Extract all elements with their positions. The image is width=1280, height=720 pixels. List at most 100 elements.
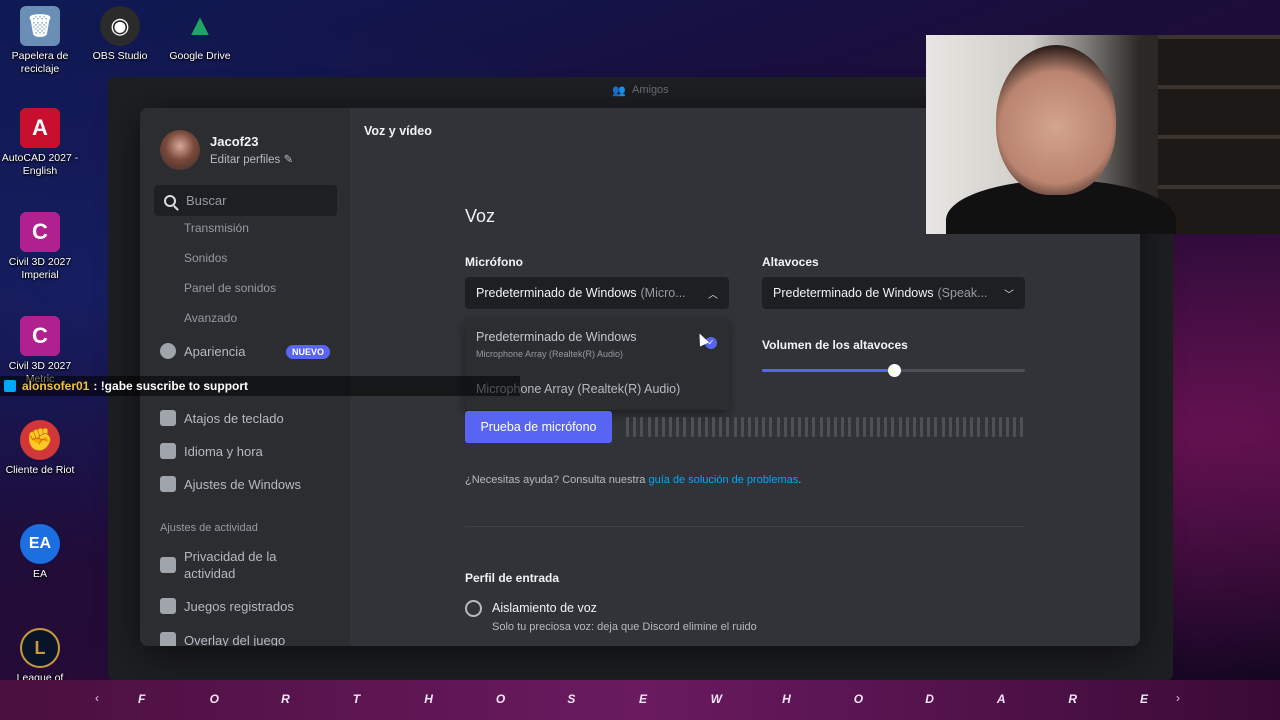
sidebar-item-transmision[interactable]: Transmisión <box>184 216 249 240</box>
sidebar-item-label: Juegos registrados <box>184 598 294 614</box>
slider-handle[interactable] <box>887 364 901 377</box>
taskbar-letter: H <box>782 692 791 706</box>
meter-bar <box>848 417 852 437</box>
monitor-icon <box>160 476 176 492</box>
meter-bar <box>697 417 701 437</box>
league-of-legends-icon: L <box>20 628 60 668</box>
meter-bar <box>669 417 673 437</box>
meter-bar <box>841 417 845 437</box>
desktop-icon-recycle-bin[interactable]: 🗑 Papelera de reciclaje <box>0 6 80 76</box>
meter-bar <box>798 417 802 437</box>
meter-bar <box>812 417 816 437</box>
voice-isolation-title: Aislamiento de voz <box>492 601 597 615</box>
troubleshooting-link[interactable]: guía de solución de problemas <box>648 474 798 486</box>
taskbar-letter: O <box>853 692 864 706</box>
overlay-icon <box>160 632 176 646</box>
mic-level-meter <box>626 417 1024 437</box>
desktop-icon-label: OBS Studio <box>92 50 148 62</box>
sidebar-item-idioma[interactable]: Idioma y hora <box>160 439 263 463</box>
meter-bar <box>776 417 780 437</box>
webcam-feed <box>926 35 1280 234</box>
chat-platform-icon <box>4 380 16 392</box>
profile-card[interactable]: Jacof23 Editar perfiles ✎ <box>160 130 293 170</box>
sidebar-item-atajos[interactable]: Atajos de teclado <box>160 406 284 430</box>
edit-profiles-link[interactable]: Editar perfiles ✎ <box>210 152 293 166</box>
taskbar-letter: R <box>281 692 290 706</box>
sidebar-item-label: Overlay del juego <box>184 632 286 647</box>
sidebar-item-label: Ajustes de Windows <box>184 476 302 492</box>
riot-icon: ✊ <box>20 420 60 460</box>
sidebar-item-ajustes-windows[interactable]: Ajustes de Windows <box>160 472 301 496</box>
desktop-icon-civil3d-imperial[interactable]: C Civil 3D 2027 Imperial <box>0 212 80 282</box>
meter-bar <box>977 417 981 437</box>
desktop-icon-google-drive[interactable]: ▲ Google Drive <box>160 6 240 63</box>
sidebar-item-apariencia[interactable]: Apariencia <box>160 339 245 363</box>
meter-bar <box>948 417 952 437</box>
chevron-left-icon[interactable]: ‹ <box>95 691 99 705</box>
speakers-select[interactable]: Predeterminado de Windows (Speak... ﹀ <box>762 277 1025 309</box>
desktop-icon-obs[interactable]: ◉ OBS Studio <box>80 6 160 63</box>
chevron-up-icon: ︿ <box>708 289 718 301</box>
sidebar-item-overlay[interactable]: Overlay del juego <box>160 628 285 646</box>
stream-chat-overlay: alonsofer01 : !gabe suscribe to support <box>0 376 520 396</box>
sidebar-item-juegos[interactable]: Juegos registrados <box>160 594 294 618</box>
meter-bar <box>726 417 730 437</box>
meter-bar <box>970 417 974 437</box>
speaker-volume-label: Volumen de los altavoces <box>762 338 908 352</box>
gamepad-icon <box>160 598 176 614</box>
speakers-label: Altavoces <box>762 255 819 269</box>
microphone-select[interactable]: Predeterminado de Windows (Micro... ︿ <box>465 277 729 309</box>
sidebar-item-privacidad[interactable]: Privacidad de la actividad <box>160 548 294 584</box>
desktop-icon-label: Papelera de reciclaje <box>11 50 69 75</box>
search-input[interactable] <box>186 193 326 208</box>
sidebar-item-panel-sonidos[interactable]: Panel de sonidos <box>184 276 276 300</box>
meter-bar <box>769 417 773 437</box>
meter-bar <box>927 417 931 437</box>
meter-bar <box>862 417 866 437</box>
meter-bar <box>719 417 723 437</box>
chevron-right-icon[interactable]: › <box>1176 691 1180 705</box>
meter-bar <box>877 417 881 437</box>
google-drive-icon: ▲ <box>185 9 215 42</box>
speaker-volume-slider[interactable] <box>762 364 1025 377</box>
meter-bar <box>661 417 665 437</box>
ea-icon: EA <box>20 524 60 564</box>
desktop-icon-label: AutoCAD 2027 - English <box>1 152 79 177</box>
meter-bar <box>690 417 694 437</box>
help-text: ¿Necesitas ayuda? Consulta nuestra guía … <box>465 474 801 486</box>
taskbar-letter: R <box>1068 692 1078 706</box>
person-icon <box>160 557 176 573</box>
mic-option-default[interactable]: Predeterminado de Windows <box>476 330 637 344</box>
sidebar-item-sonidos[interactable]: Sonidos <box>184 246 227 270</box>
civil3d-icon: C <box>20 316 60 356</box>
desktop-icon-autocad[interactable]: A AutoCAD 2027 - English <box>0 108 80 178</box>
desktop-icon-label: Cliente de Riot <box>5 464 75 476</box>
meter-bar <box>733 417 737 437</box>
desktop-icon-ea[interactable]: EA EA <box>0 524 80 581</box>
person-head <box>996 45 1116 195</box>
meter-bar <box>819 417 823 437</box>
meter-bar <box>984 417 988 437</box>
meter-bar <box>1020 417 1024 437</box>
avatar <box>160 130 200 170</box>
desktop-icon-label: EA <box>32 568 47 580</box>
meter-bar <box>640 417 644 437</box>
meter-bar <box>1013 417 1017 437</box>
meter-bar <box>654 417 658 437</box>
desktop-icon-riot[interactable]: ✊ Cliente de Riot <box>0 420 80 477</box>
divider <box>465 526 1025 527</box>
autocad-icon: A <box>20 108 60 148</box>
section-title: Voz <box>465 206 496 226</box>
voice-isolation-radio[interactable] <box>465 600 482 617</box>
search-box[interactable] <box>154 185 337 216</box>
taskbar-letter: F <box>138 692 146 706</box>
sidebar-item-label: Idioma y hora <box>184 443 263 459</box>
taskbar-letter: E <box>1140 692 1149 706</box>
chat-message: : !gabe suscribe to support <box>93 379 249 393</box>
meter-bar <box>891 417 895 437</box>
taskbar-letter: D <box>925 692 934 706</box>
help-text-suffix: . <box>798 474 802 486</box>
sidebar-item-avanzado[interactable]: Avanzado <box>184 306 237 330</box>
mic-test-button[interactable]: Prueba de micrófono <box>465 411 612 443</box>
activity-settings-heading: Ajustes de actividad <box>160 522 258 534</box>
